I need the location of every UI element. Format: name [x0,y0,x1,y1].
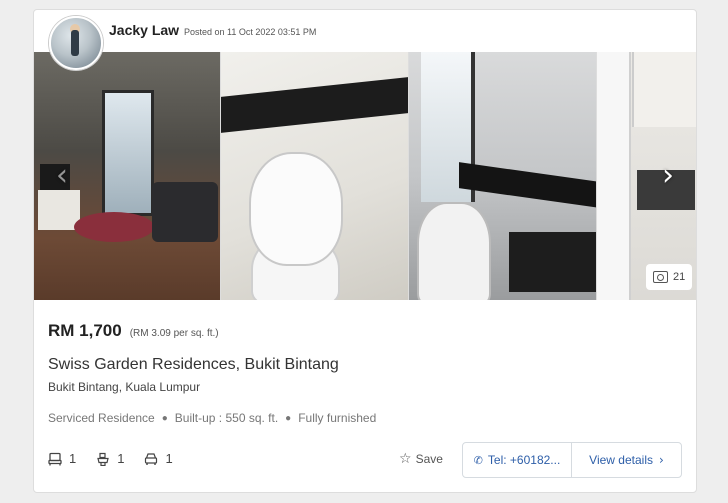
tel-label: Tel: +60182... [487,453,561,467]
bedroom-count: 1 [69,451,77,466]
photo-gallery[interactable]: ‹ › 21 [34,52,696,300]
price-row: RM 1,700 (RM 3.09 per sq. ft.) [48,321,219,341]
photo-count: 21 [673,271,686,283]
save-button[interactable]: ☆ Save [399,451,443,467]
price-per-sqft: (RM 3.09 per sq. ft.) [129,328,219,339]
bathroom-count: 1 [117,451,125,466]
contact-actions: ✆ Tel: +60182... View details › [462,442,682,478]
save-label: Save [415,452,443,466]
car-icon [145,452,158,465]
photo-count-badge[interactable]: 21 [646,264,693,290]
listing-photo-toilet[interactable] [221,52,408,300]
bed-icon [48,452,62,465]
amenities-row: 1 1 1 [48,451,173,466]
listing-photo-bathroom[interactable] [409,52,596,300]
price: RM 1,700 [48,321,122,340]
agent-name[interactable]: Jacky Law [109,22,179,38]
furnishing: Fully furnished [298,411,377,425]
chevron-left-icon[interactable]: ‹ [48,158,76,194]
bedrooms: 1 [48,451,76,466]
property-type: Serviced Residence [48,411,155,425]
agent-avatar[interactable] [49,16,103,70]
star-outline-icon: ☆ [399,451,412,467]
bath-icon [97,452,110,466]
phone-icon: ✆ [473,453,483,467]
chevron-right-icon: › [659,453,664,467]
listing-card[interactable]: Jacky Law Posted on 11 Oct 2022 03:51 PM… [33,9,697,493]
listing-details: Serviced Residence ● Built-up : 550 sq. … [48,411,376,425]
carpark-count: 1 [165,451,173,466]
listing-title[interactable]: Swiss Garden Residences, Bukit Bintang [48,356,339,374]
listing-location: Bukit Bintang, Kuala Lumpur [48,380,201,394]
chevron-right-icon[interactable]: › [654,158,682,194]
posted-date: Posted on 11 Oct 2022 03:51 PM [184,27,317,37]
tel-button[interactable]: ✆ Tel: +60182... [463,443,572,477]
camera-icon [653,271,668,283]
separator-dot: ● [285,412,292,424]
bathrooms: 1 [96,451,124,466]
view-details-label: View details [589,453,653,467]
view-details-button[interactable]: View details › [572,443,681,477]
separator-dot: ● [161,412,168,424]
listing-header: Jacky Law Posted on 11 Oct 2022 03:51 PM [34,10,696,52]
built-up-size: Built-up : 550 sq. ft. [174,411,279,425]
carparks: 1 [144,451,173,466]
